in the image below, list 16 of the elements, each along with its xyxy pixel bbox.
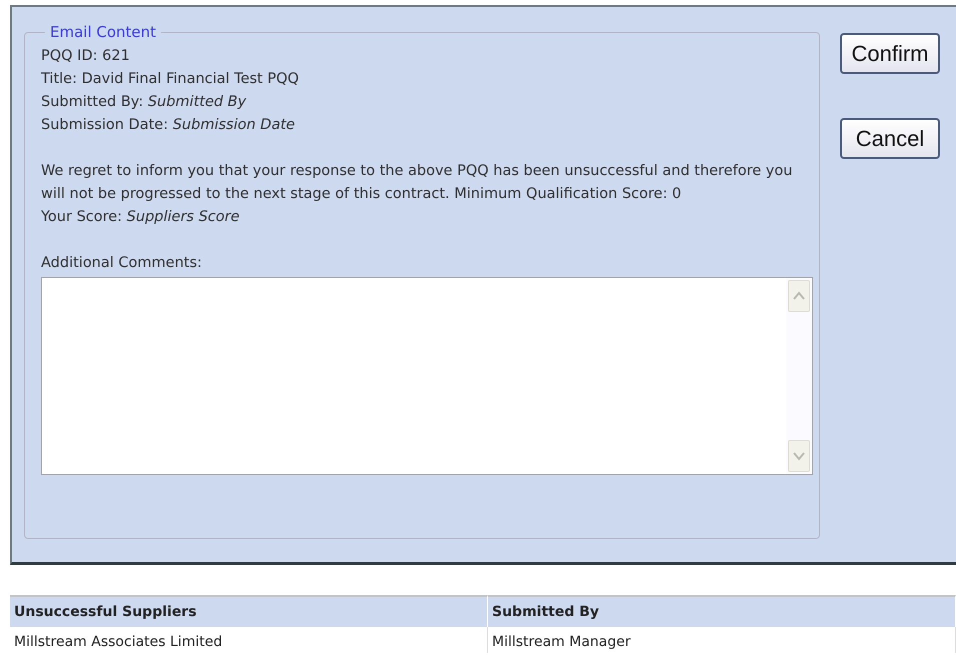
message-text: Your Score: Suppliers Score [41,208,241,227]
detail-line: Submitted By: Submitted By [41,93,248,112]
comments-label: Additional Comments: [41,254,203,273]
detail-line: Title: David Final Financial Test PQQ [41,70,300,89]
detail-line: PQQ ID: 621 [41,47,131,66]
scrollbar[interactable] [786,278,812,474]
confirm-button[interactable]: Confirm [840,33,940,74]
cancel-button[interactable]: Cancel [840,118,940,159]
scroll-up-icon[interactable] [788,280,810,312]
column-header: Submitted By [488,595,956,627]
group-legend: Email Content [45,23,162,41]
detail-line: Submission Date: Submission Date [41,116,296,135]
scroll-down-icon[interactable] [788,440,810,472]
comments-field[interactable] [41,277,813,475]
message-text: We regret to inform you that your response to the above PQQ has been unsuccessful and therefore you will not be progressed to the next stage of this contract. Minimum Qualification Score: 0 [41,162,794,204]
column-header: Unsuccessful Suppliers [10,595,488,627]
